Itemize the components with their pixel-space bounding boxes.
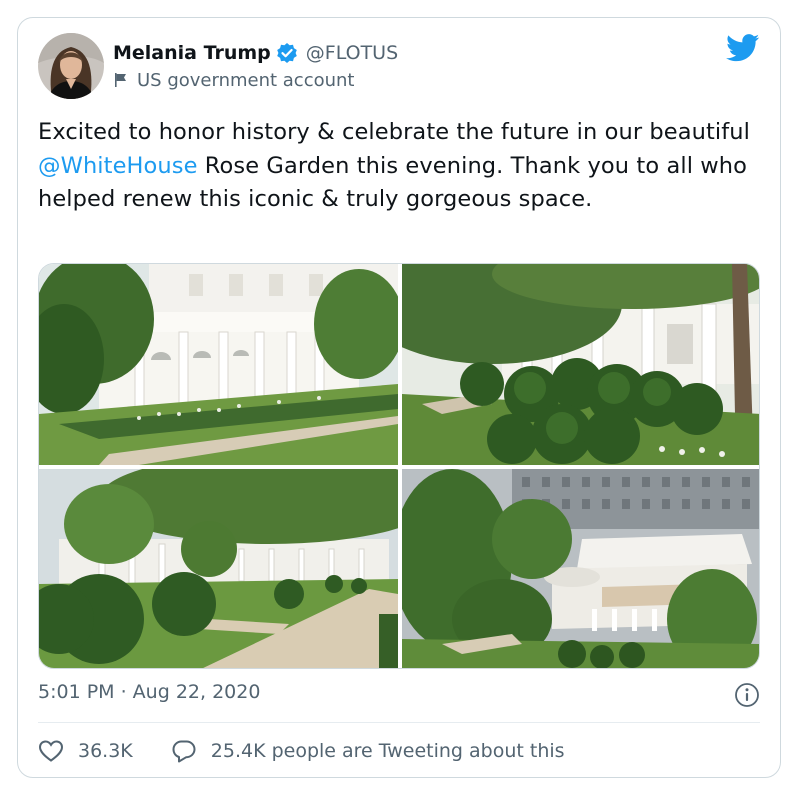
author-name-row: Melania Trump @FLOTUS (113, 40, 398, 66)
like-count: 36.3K (78, 740, 133, 762)
account-label-text: US government account (137, 69, 355, 91)
tweet-text-part-1: Excited to honor history & celebrate the… (38, 119, 750, 145)
mention-whitehouse-link[interactable]: @WhiteHouse (38, 153, 198, 179)
speech-bubble-icon (171, 739, 197, 763)
author-display-name[interactable]: Melania Trump (113, 42, 271, 64)
photo-aerial[interactable] (402, 469, 759, 668)
tweeting-about-text: 25.4K people are Tweeting about this (210, 740, 565, 762)
author-handle[interactable]: @FLOTUS (306, 42, 398, 64)
divider (38, 722, 760, 723)
flag-icon (113, 72, 129, 88)
media-grid (38, 263, 760, 669)
avatar[interactable] (38, 33, 104, 99)
government-account-label: US government account (113, 68, 355, 92)
verified-badge-icon (276, 42, 298, 64)
like-button[interactable]: 36.3K (38, 739, 133, 763)
photo-lawn[interactable] (39, 469, 398, 668)
twitter-bird-icon[interactable] (726, 34, 760, 62)
photo-boxwoods[interactable] (402, 264, 759, 465)
tweet-actions: 36.3K 25.4K people are Tweeting about th… (38, 737, 565, 765)
heart-icon (38, 739, 64, 763)
tweet-timestamp[interactable]: 5:01 PM · Aug 22, 2020 (38, 681, 260, 703)
tweet-text: Excited to honor history & celebrate the… (38, 116, 768, 217)
info-icon[interactable] (734, 682, 760, 708)
photo-colonnade[interactable] (39, 264, 398, 465)
reply-button[interactable]: 25.4K people are Tweeting about this (171, 739, 565, 763)
